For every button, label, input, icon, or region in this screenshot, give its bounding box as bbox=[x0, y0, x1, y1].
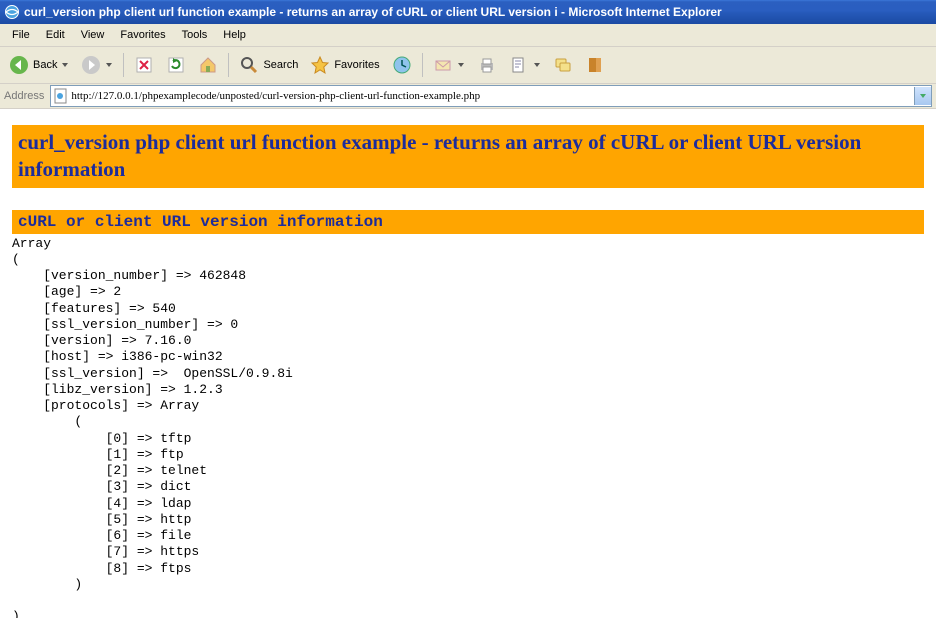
window-title: curl_version php client url function exa… bbox=[24, 5, 722, 19]
menu-tools[interactable]: Tools bbox=[174, 27, 216, 43]
back-icon bbox=[9, 55, 29, 75]
address-dropdown[interactable] bbox=[914, 87, 931, 105]
page-content: curl_version php client url function exa… bbox=[0, 109, 936, 618]
favorites-button[interactable]: Favorites bbox=[305, 50, 384, 80]
menu-favorites[interactable]: Favorites bbox=[112, 27, 173, 43]
forward-button[interactable] bbox=[76, 50, 118, 80]
edit-button[interactable] bbox=[504, 50, 546, 80]
chevron-down-icon bbox=[105, 61, 113, 69]
address-input[interactable] bbox=[71, 88, 914, 104]
stop-button[interactable] bbox=[129, 50, 159, 80]
home-button[interactable] bbox=[193, 50, 223, 80]
address-bar: Address bbox=[0, 84, 936, 109]
separator bbox=[123, 53, 124, 77]
refresh-button[interactable] bbox=[161, 50, 191, 80]
search-label: Search bbox=[263, 59, 298, 71]
discuss-button[interactable] bbox=[548, 50, 578, 80]
address-label: Address bbox=[4, 90, 46, 102]
menu-help[interactable]: Help bbox=[215, 27, 254, 43]
address-box bbox=[50, 85, 932, 107]
heading-box: curl_version php client url function exa… bbox=[12, 125, 924, 188]
chevron-down-icon bbox=[533, 61, 541, 69]
back-label: Back bbox=[33, 59, 57, 71]
ie-icon bbox=[4, 4, 20, 20]
menu-edit[interactable]: Edit bbox=[38, 27, 73, 43]
browser-window: curl_version php client url function exa… bbox=[0, 0, 936, 618]
research-button[interactable] bbox=[580, 50, 610, 80]
page-icon bbox=[53, 88, 69, 104]
search-button[interactable]: Search bbox=[234, 50, 303, 80]
separator bbox=[228, 53, 229, 77]
refresh-icon bbox=[166, 55, 186, 75]
chevron-down-icon bbox=[61, 61, 69, 69]
star-icon bbox=[310, 55, 330, 75]
history-icon bbox=[392, 55, 412, 75]
back-button[interactable]: Back bbox=[4, 50, 74, 80]
mail-icon bbox=[433, 55, 453, 75]
search-icon bbox=[239, 55, 259, 75]
page-heading: curl_version php client url function exa… bbox=[18, 129, 918, 184]
history-button[interactable] bbox=[387, 50, 417, 80]
separator bbox=[422, 53, 423, 77]
forward-icon bbox=[81, 55, 101, 75]
menubar: File Edit View Favorites Tools Help bbox=[0, 24, 936, 47]
favorites-label: Favorites bbox=[334, 59, 379, 71]
subheading-box: cURL or client URL version information bbox=[12, 210, 924, 234]
page-subheading: cURL or client URL version information bbox=[18, 213, 918, 231]
discuss-icon bbox=[553, 55, 573, 75]
print-icon bbox=[477, 55, 497, 75]
print-button[interactable] bbox=[472, 50, 502, 80]
output-text: Array ( [version_number] => 462848 [age]… bbox=[12, 236, 924, 618]
edit-icon bbox=[509, 55, 529, 75]
research-icon bbox=[585, 55, 605, 75]
home-icon bbox=[198, 55, 218, 75]
menu-file[interactable]: File bbox=[4, 27, 38, 43]
titlebar: curl_version php client url function exa… bbox=[0, 0, 936, 24]
stop-icon bbox=[134, 55, 154, 75]
mail-button[interactable] bbox=[428, 50, 470, 80]
menu-view[interactable]: View bbox=[73, 27, 113, 43]
toolbar: Back Search Favorites bbox=[0, 47, 936, 84]
chevron-down-icon bbox=[457, 61, 465, 69]
